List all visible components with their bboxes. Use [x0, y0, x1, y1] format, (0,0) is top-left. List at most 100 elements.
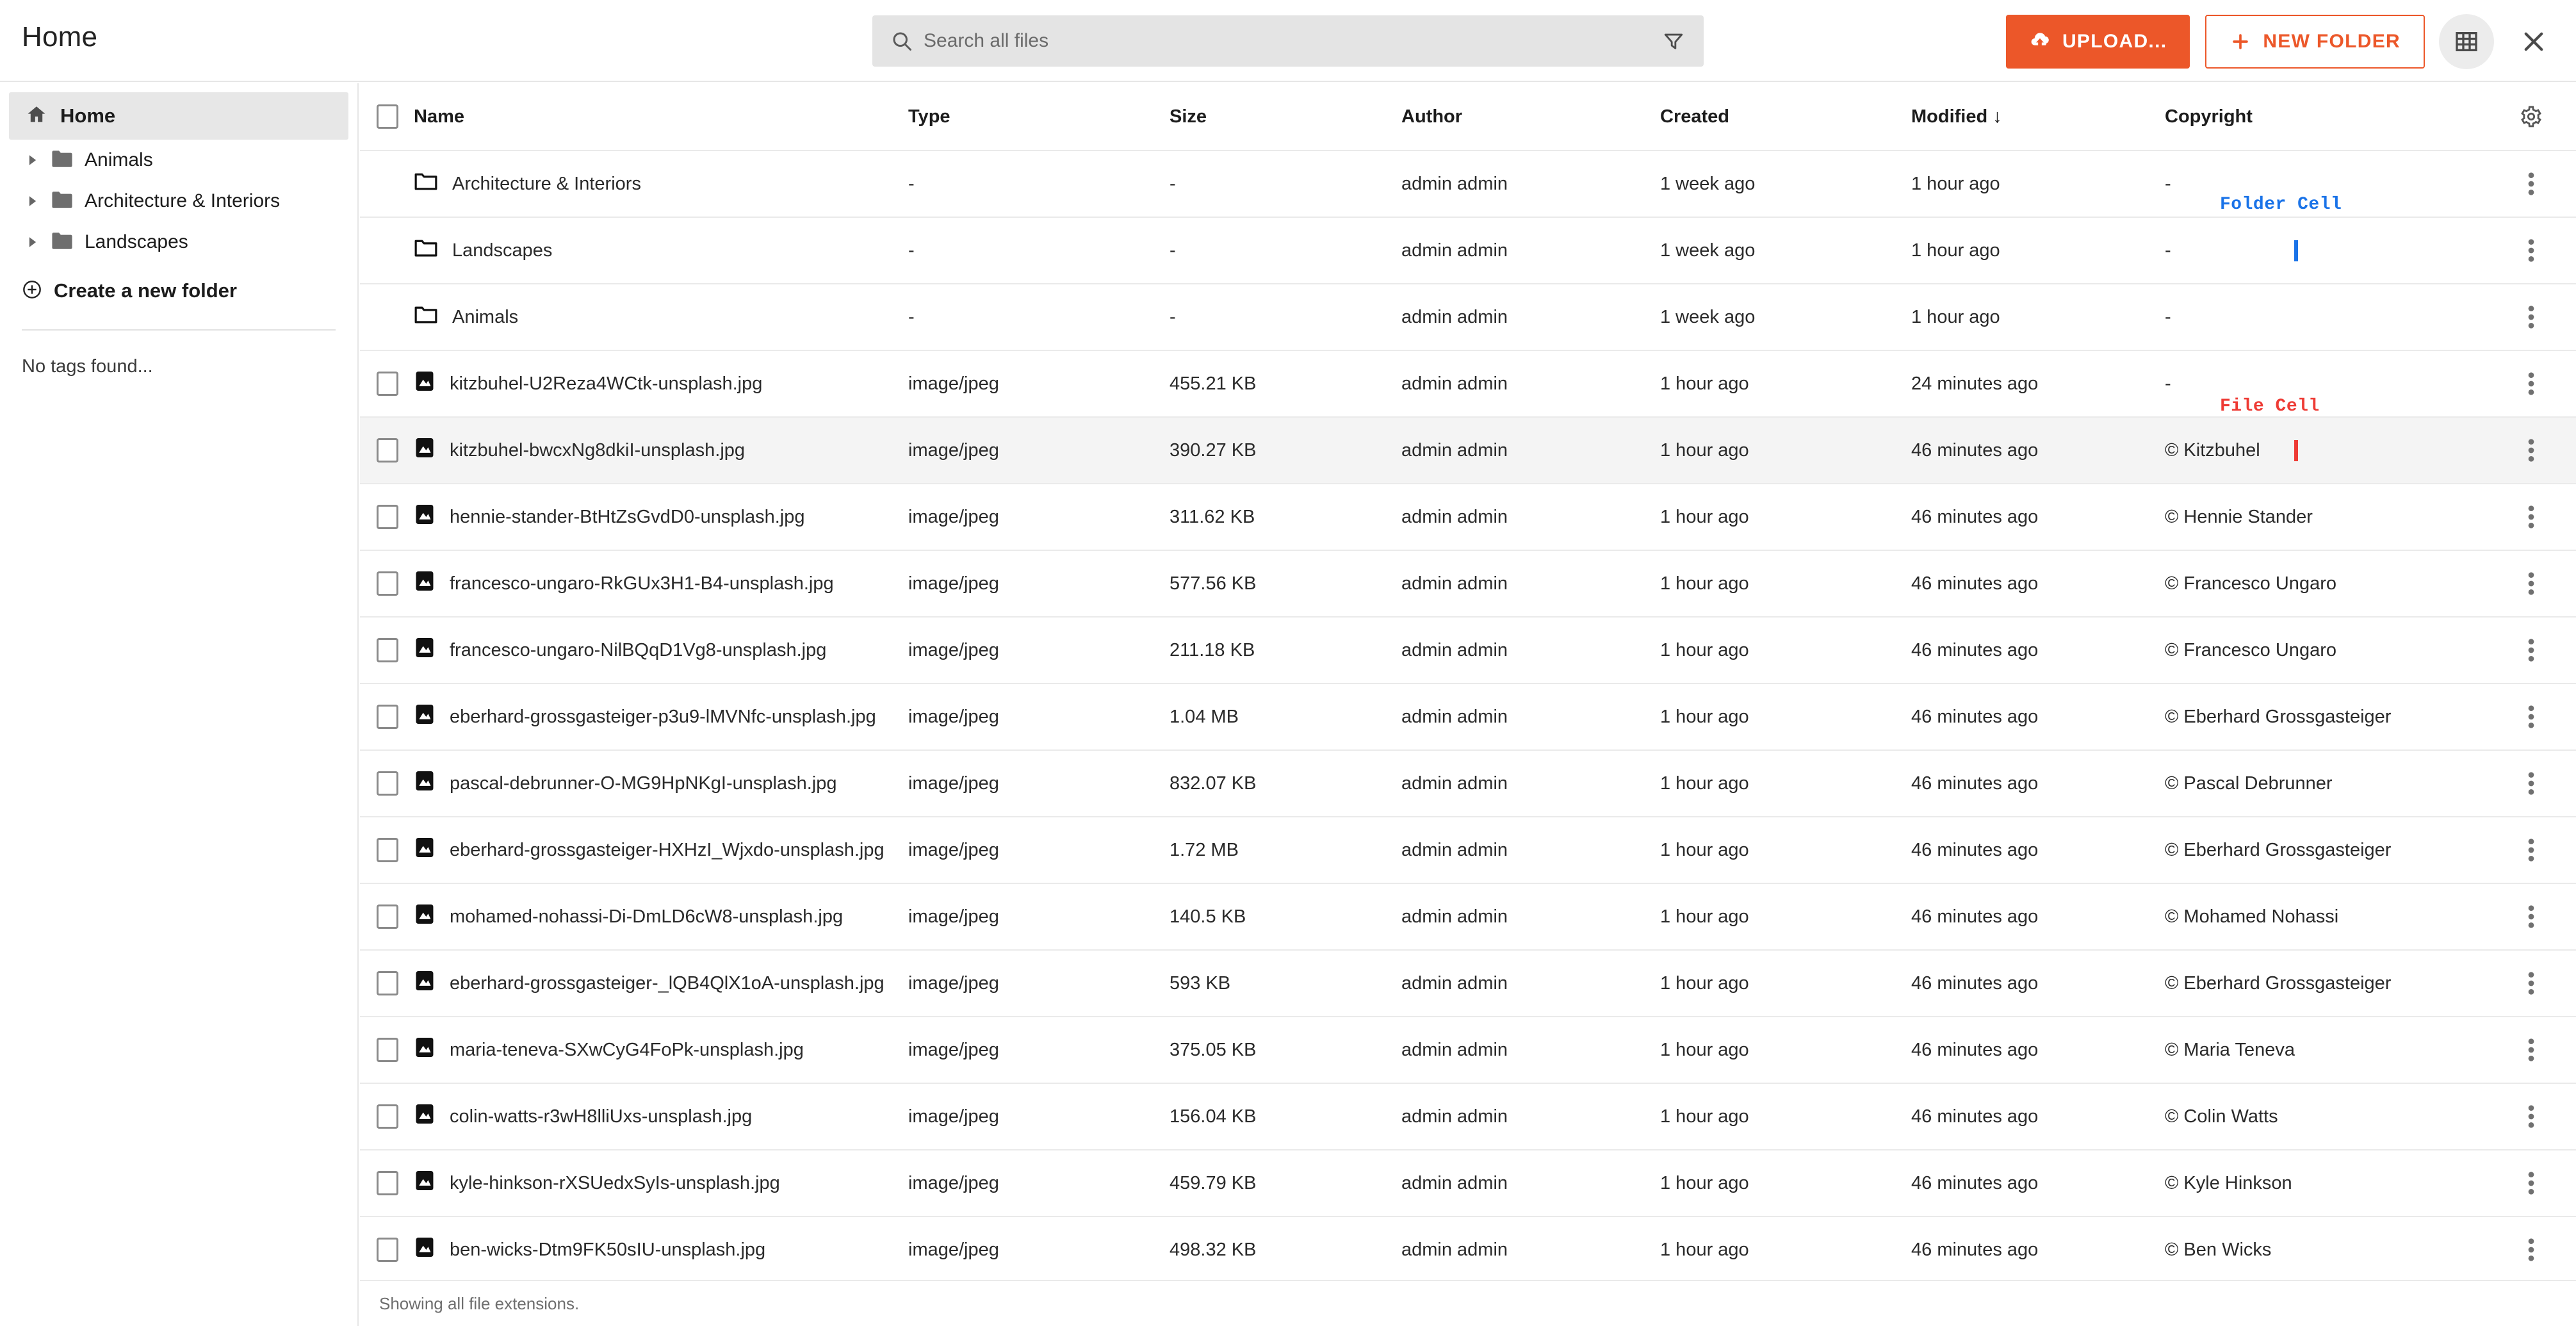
row-menu-button[interactable] — [2490, 904, 2572, 929]
row-copyright-cell[interactable]: - — [2165, 373, 2490, 395]
sidebar-item-landscapes[interactable]: Landscapes — [0, 222, 357, 263]
row-copyright-cell[interactable]: © Kyle Hinkson — [2165, 1173, 2490, 1194]
row-name-cell[interactable]: francesco-ungaro-RkGUx3H1-B4-unsplash.jp… — [414, 569, 908, 598]
table-row[interactable]: colin-watts-r3wH8lliUxs-unsplash.jpg imag… — [360, 1084, 2576, 1150]
sidebar-item-home[interactable]: Home — [9, 92, 348, 140]
sidebar-create-folder-button[interactable]: Create a new folder — [0, 270, 357, 311]
table-row[interactable]: Landscapes - - admin admin 1 week ago 1 hour … — [360, 218, 2576, 284]
table-row[interactable]: eberhard-grossgasteiger-_lQB4QlX1oA-unsp… — [360, 951, 2576, 1017]
row-copyright-cell[interactable]: © Francesco Ungaro — [2165, 573, 2490, 594]
row-copyright-cell[interactable]: © Francesco Ungaro — [2165, 640, 2490, 661]
row-checkbox[interactable] — [377, 372, 398, 396]
table-row[interactable]: kyle-hinkson-rXSUedxSyIs-unsplash.jpg ima… — [360, 1150, 2576, 1217]
column-header-modified[interactable]: Modified ↓ — [1911, 106, 2165, 127]
table-row[interactable]: eberhard-grossgasteiger-p3u9-lMVNfc-unsp… — [360, 684, 2576, 751]
column-header-copyright[interactable]: Copyright — [2165, 106, 2490, 127]
row-checkbox[interactable] — [377, 1104, 398, 1129]
row-checkbox[interactable] — [377, 771, 398, 796]
row-name-cell[interactable]: ben-wicks-Dtm9FK50sIU-unsplash.jpg — [414, 1235, 908, 1265]
row-copyright-cell[interactable]: © Mohamed Nohassi — [2165, 906, 2490, 928]
table-row[interactable]: hennie-stander-BtHtZsGvdD0-unsplash.jpg i… — [360, 484, 2576, 551]
row-name-cell[interactable]: eberhard-grossgasteiger-p3u9-lMVNfc-unsp… — [414, 702, 908, 732]
row-menu-button[interactable] — [2490, 1171, 2572, 1195]
select-all-checkbox[interactable] — [377, 104, 398, 129]
sidebar-item-animals[interactable]: Animals — [0, 140, 357, 181]
table-row[interactable]: mohamed-nohassi-Di-DmLD6cW8-unsplash.jpg… — [360, 884, 2576, 951]
table-row[interactable]: maria-teneva-SXwCyG4FoPk-unsplash.jpg ima… — [360, 1017, 2576, 1084]
row-copyright-cell[interactable]: © Kitzbuhel — [2165, 439, 2490, 461]
table-row[interactable]: kitzbuhel-bwcxNg8dkiI-unsplash.jpg image/… — [360, 418, 2576, 484]
row-checkbox[interactable] — [377, 971, 398, 995]
table-row[interactable]: Architecture & Interiors - - admin admin 1 w… — [360, 151, 2576, 218]
row-menu-button[interactable] — [2490, 771, 2572, 796]
row-checkbox[interactable] — [377, 505, 398, 529]
row-menu-button[interactable] — [2490, 571, 2572, 596]
row-name-cell[interactable]: kitzbuhel-bwcxNg8dkiI-unsplash.jpg — [414, 436, 908, 465]
row-name-cell[interactable]: Landscapes — [414, 238, 908, 263]
row-copyright-cell[interactable]: - — [2165, 307, 2490, 328]
row-checkbox[interactable] — [377, 571, 398, 596]
sidebar-item-architecture-interiors[interactable]: Architecture & Interiors — [0, 181, 357, 222]
row-copyright-cell[interactable]: © Eberhard Grossgasteiger — [2165, 973, 2490, 994]
row-checkbox[interactable] — [377, 838, 398, 862]
row-checkbox[interactable] — [377, 904, 398, 929]
row-name-cell[interactable]: Architecture & Interiors — [414, 171, 908, 197]
column-header-size[interactable]: Size — [1170, 106, 1401, 127]
column-header-type[interactable]: Type — [908, 106, 1170, 127]
row-copyright-cell[interactable]: © Eberhard Grossgasteiger — [2165, 707, 2490, 728]
row-checkbox[interactable] — [377, 1038, 398, 1062]
filter-icon[interactable] — [1663, 30, 1684, 52]
row-menu-button[interactable] — [2490, 372, 2572, 396]
row-copyright-cell[interactable]: © Pascal Debrunner — [2165, 773, 2490, 794]
row-menu-button[interactable] — [2490, 238, 2572, 263]
table-row[interactable]: francesco-ungaro-RkGUx3H1-B4-unsplash.jp… — [360, 551, 2576, 618]
row-menu-button[interactable] — [2490, 305, 2572, 329]
row-copyright-cell[interactable]: © Maria Teneva — [2165, 1040, 2490, 1061]
row-copyright-cell[interactable]: © Eberhard Grossgasteiger — [2165, 840, 2490, 861]
row-menu-button[interactable] — [2490, 971, 2572, 995]
table-row[interactable]: Animals - - admin admin 1 week ago 1 hour ago… — [360, 284, 2576, 351]
row-checkbox[interactable] — [377, 705, 398, 729]
row-copyright-cell[interactable]: © Ben Wicks — [2165, 1240, 2490, 1261]
row-menu-button[interactable] — [2490, 1038, 2572, 1062]
row-copyright-cell[interactable]: - — [2165, 240, 2490, 261]
caret-right-icon[interactable] — [26, 195, 40, 207]
row-name-cell[interactable]: colin-watts-r3wH8lliUxs-unsplash.jpg — [414, 1102, 908, 1131]
close-button[interactable] — [2508, 14, 2559, 69]
row-menu-button[interactable] — [2490, 438, 2572, 462]
table-row[interactable]: francesco-ungaro-NilBQqD1Vg8-unsplash.jp… — [360, 618, 2576, 684]
table-row[interactable]: pascal-debrunner-O-MG9HpNKgI-unsplash.jp… — [360, 751, 2576, 817]
row-name-cell[interactable]: kitzbuhel-U2Reza4WCtk-unsplash.jpg — [414, 369, 908, 398]
table-row[interactable]: eberhard-grossgasteiger-HXHzI_Wjxdo-unsp… — [360, 817, 2576, 884]
search-input[interactable] — [924, 30, 1663, 52]
row-menu-button[interactable] — [2490, 172, 2572, 196]
row-checkbox[interactable] — [377, 1171, 398, 1195]
row-checkbox[interactable] — [377, 438, 398, 462]
row-menu-button[interactable] — [2490, 838, 2572, 862]
row-checkbox[interactable] — [377, 638, 398, 662]
grid-view-button[interactable] — [2439, 14, 2494, 69]
row-name-cell[interactable]: mohamed-nohassi-Di-DmLD6cW8-unsplash.jpg — [414, 902, 908, 931]
table-settings-button[interactable] — [2490, 105, 2572, 128]
row-name-cell[interactable]: eberhard-grossgasteiger-HXHzI_Wjxdo-unsp… — [414, 835, 908, 865]
column-header-author[interactable]: Author — [1401, 106, 1660, 127]
row-copyright-cell[interactable]: © Colin Watts — [2165, 1106, 2490, 1127]
search-bar[interactable] — [872, 15, 1704, 67]
table-row[interactable]: kitzbuhel-U2Reza4WCtk-unsplash.jpg image/… — [360, 351, 2576, 418]
row-menu-button[interactable] — [2490, 705, 2572, 729]
row-checkbox[interactable] — [377, 1238, 398, 1262]
table-row[interactable]: ben-wicks-Dtm9FK50sIU-unsplash.jpg image/… — [360, 1217, 2576, 1284]
row-copyright-cell[interactable]: © Hennie Stander — [2165, 507, 2490, 528]
row-name-cell[interactable]: hennie-stander-BtHtZsGvdD0-unsplash.jpg — [414, 502, 908, 532]
column-header-name[interactable]: Name — [414, 106, 908, 127]
row-name-cell[interactable]: kyle-hinkson-rXSUedxSyIs-unsplash.jpg — [414, 1168, 908, 1198]
row-name-cell[interactable]: pascal-debrunner-O-MG9HpNKgI-unsplash.jp… — [414, 769, 908, 798]
caret-right-icon[interactable] — [26, 236, 40, 248]
new-folder-button[interactable]: NEW FOLDER — [2205, 15, 2425, 69]
row-menu-button[interactable] — [2490, 1104, 2572, 1129]
row-name-cell[interactable]: eberhard-grossgasteiger-_lQB4QlX1oA-unsp… — [414, 969, 908, 998]
row-name-cell[interactable]: Animals — [414, 304, 908, 330]
row-menu-button[interactable] — [2490, 1238, 2572, 1262]
upload-button[interactable]: UPLOAD... — [2005, 15, 2190, 69]
caret-right-icon[interactable] — [26, 154, 40, 166]
